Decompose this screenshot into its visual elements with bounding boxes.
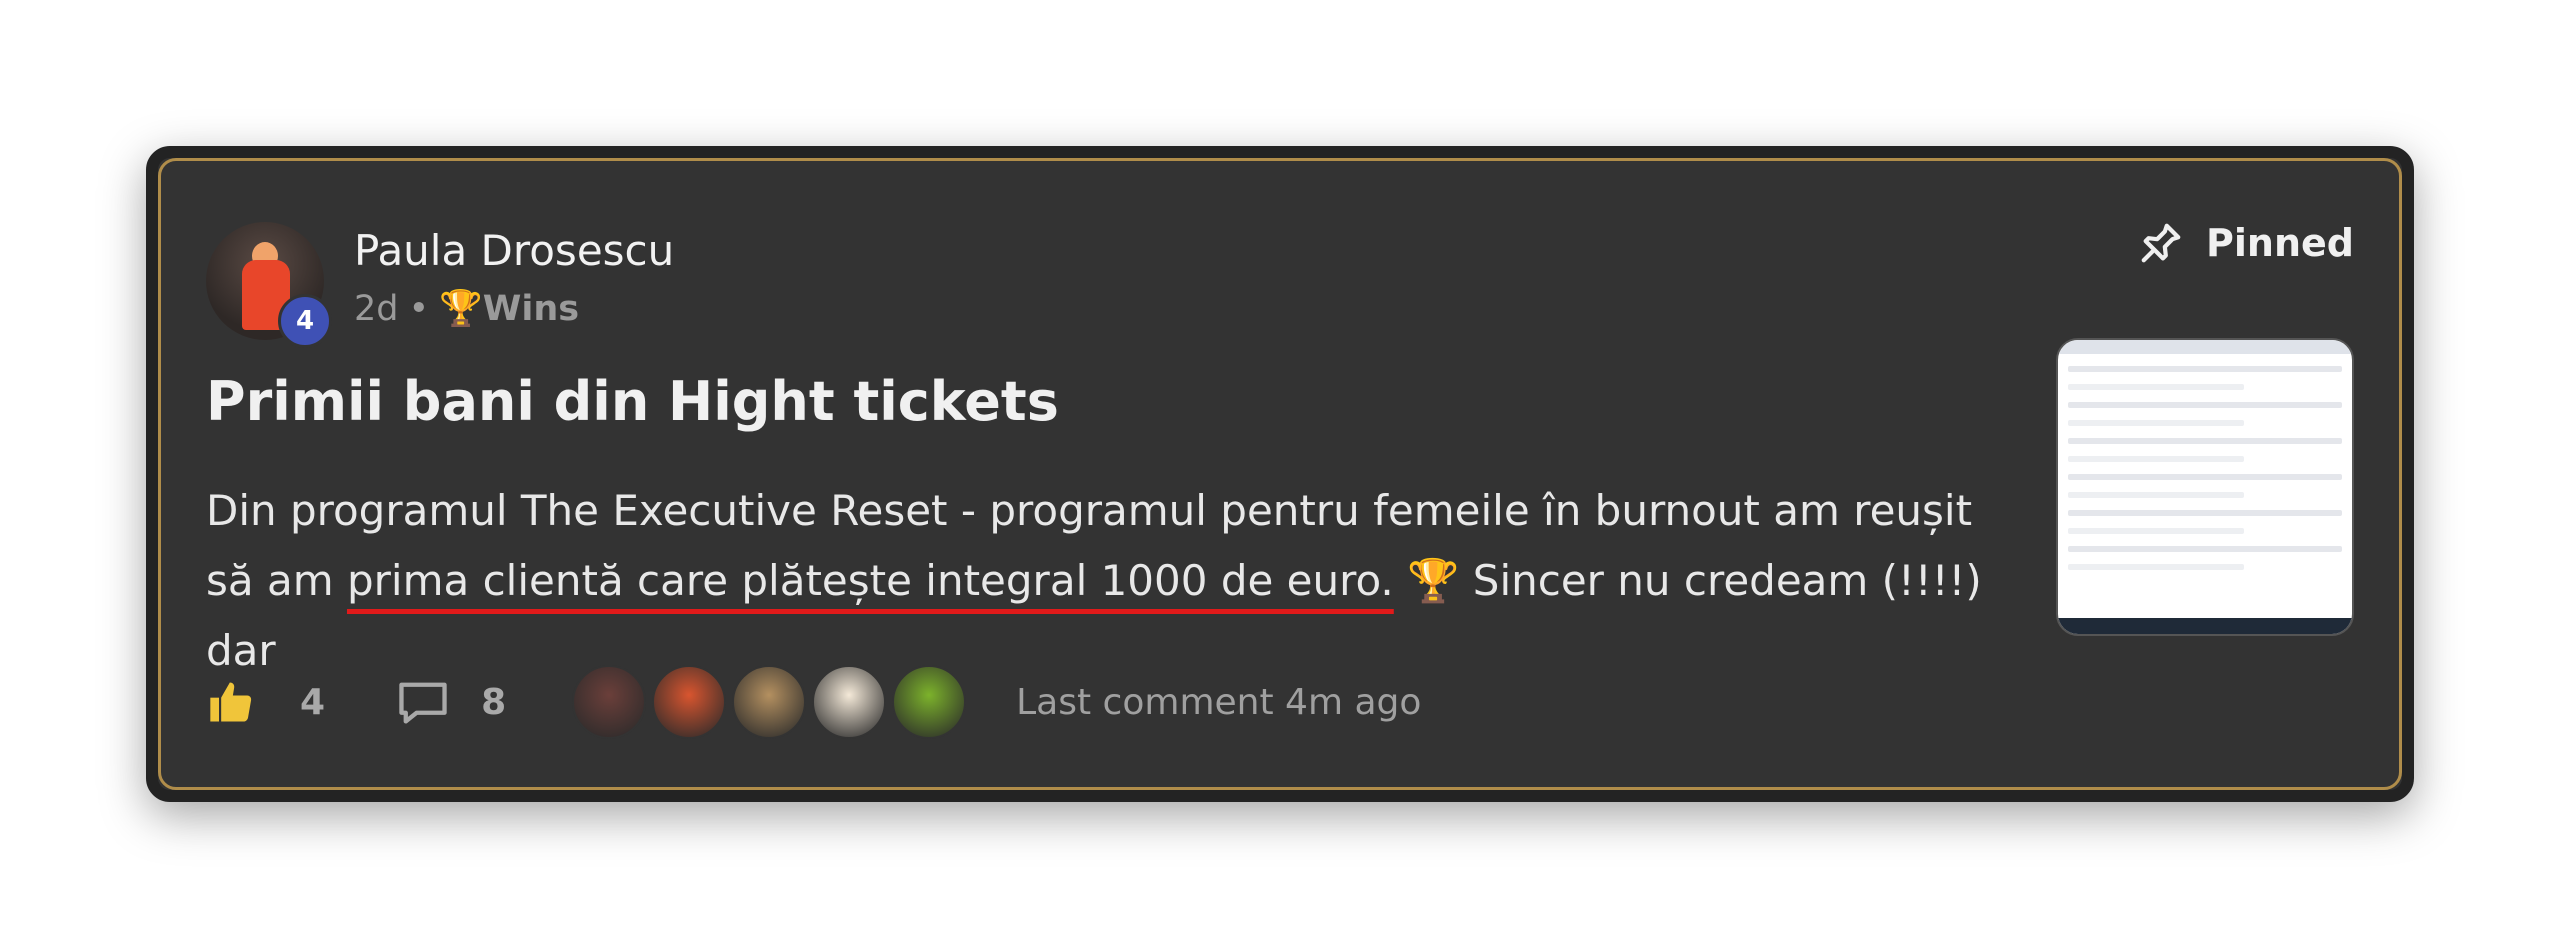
thumbs-up-icon — [210, 682, 252, 722]
thumbnail-row — [2068, 474, 2342, 480]
author-name[interactable]: Paula Drosescu — [354, 226, 674, 275]
comment-icon — [399, 682, 447, 724]
post-body[interactable]: Din programul The Executive Reset - prog… — [206, 476, 2006, 686]
comment-count: 8 — [481, 681, 507, 723]
thumbnail-row — [2068, 438, 2342, 444]
pinned-indicator: Pinned — [2138, 220, 2354, 266]
pinned-label: Pinned — [2206, 221, 2354, 265]
thumbnail-row — [2068, 456, 2245, 462]
post-footer: 4 8 Last comment 4m ago — [206, 662, 1421, 742]
meta-separator: • — [408, 288, 430, 329]
level-badge: 4 — [278, 294, 332, 348]
author-avatar[interactable]: 4 — [206, 222, 332, 348]
trophy-icon: 🏆 — [439, 289, 483, 329]
post-body-line-1: Din programul The Executive Reset - prog… — [206, 486, 1973, 535]
commenter-avatar[interactable] — [652, 665, 727, 739]
thumbnail-row — [2068, 402, 2342, 408]
commenter-avatar[interactable] — [572, 665, 647, 739]
post-card[interactable]: 4 Paula Drosescu 2d • 🏆Wins Pinned Primi… — [146, 146, 2414, 802]
post-image-thumbnail[interactable] — [2056, 338, 2354, 636]
thumbnail-row — [2068, 366, 2342, 372]
thumbnail-row — [2068, 492, 2245, 498]
thumbnail-row — [2068, 510, 2342, 516]
thumbnail-row — [2068, 528, 2245, 534]
thumbnail-taskbar — [2058, 618, 2352, 634]
post-time: 2d — [354, 288, 399, 329]
commenter-avatar[interactable] — [732, 665, 807, 739]
commenter-avatar[interactable] — [812, 665, 887, 739]
thumbnail-header — [2058, 340, 2352, 354]
thumbnail-row — [2068, 384, 2245, 390]
commenter-avatar[interactable] — [892, 665, 967, 739]
comment-button[interactable]: 8 — [395, 676, 506, 728]
thumbnail-row — [2068, 564, 2245, 570]
last-comment-time: Last comment 4m ago — [1016, 681, 1422, 723]
thumbnail-row — [2068, 420, 2245, 426]
post-title[interactable]: Primii bani din Hight tickets — [206, 370, 1059, 433]
like-button[interactable]: 4 — [206, 676, 325, 728]
commenter-avatars — [572, 665, 972, 739]
category-label: Wins — [482, 289, 580, 329]
highlighted-text: prima clientă care plătește integral 100… — [346, 556, 1394, 605]
like-count: 4 — [300, 681, 326, 723]
thumbnail-row — [2068, 546, 2342, 552]
body-text-start: să am — [206, 556, 347, 605]
pin-icon — [2141, 223, 2181, 263]
category-link[interactable]: 🏆Wins — [439, 288, 579, 329]
post-meta: 2d • 🏆Wins — [354, 288, 579, 330]
